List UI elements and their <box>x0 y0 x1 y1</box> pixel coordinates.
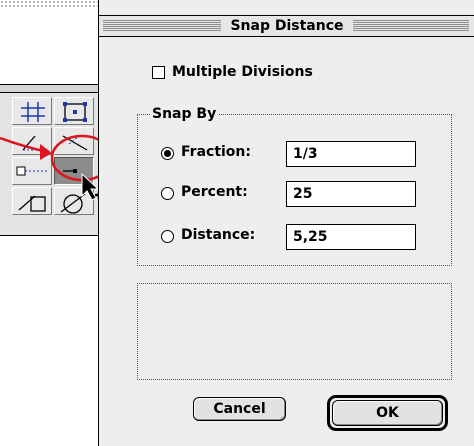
fraction-label[interactable]: Fraction: <box>181 144 251 160</box>
dialog-title: Snap Distance <box>221 16 353 36</box>
dialog-title-bar[interactable]: Snap Distance <box>99 15 474 37</box>
fraction-input[interactable]: 1/3 <box>286 141 416 167</box>
multiple-divisions-checkbox[interactable] <box>152 66 165 79</box>
message-area <box>137 283 452 380</box>
distance-radio[interactable] <box>161 230 174 243</box>
percent-label[interactable]: Percent: <box>181 184 248 200</box>
cancel-button[interactable]: Cancel <box>193 397 286 421</box>
snap-by-group-label: Snap By <box>150 106 219 122</box>
distance-input[interactable]: 5,25 <box>286 224 416 250</box>
percent-input[interactable]: 25 <box>286 181 416 207</box>
distance-label[interactable]: Distance: <box>181 227 255 243</box>
multiple-divisions-label[interactable]: Multiple Divisions <box>172 64 313 80</box>
percent-radio[interactable] <box>161 187 174 200</box>
ok-button[interactable]: OK <box>332 400 443 426</box>
annotation-arrowhead <box>40 144 52 160</box>
fraction-radio[interactable] <box>161 147 174 160</box>
